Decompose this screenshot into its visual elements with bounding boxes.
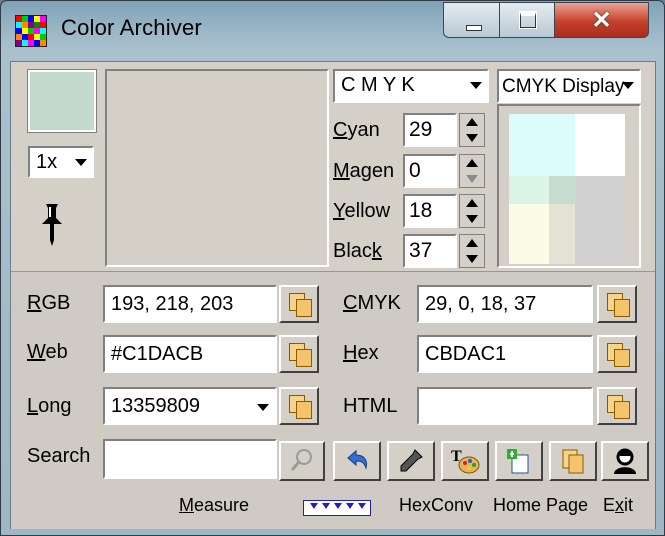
hex-label: Hex (343, 342, 379, 364)
cyan-spinner[interactable] (459, 113, 485, 147)
copy-hex-button[interactable] (597, 335, 637, 373)
minimize-button[interactable] (443, 2, 500, 38)
copy-icon (614, 299, 630, 317)
app-palette-icon (15, 15, 47, 47)
copy-icon (296, 299, 312, 317)
yellow-label: Yellow (333, 200, 391, 222)
color-panel: 1x C M Y K CMYK Display Cyan 29 Magen 0 … (11, 62, 655, 271)
cyan-label: Cyan (333, 119, 380, 141)
add-color-button[interactable] (495, 441, 543, 481)
measure-link[interactable]: Measure (179, 495, 249, 516)
chevron-down-icon (257, 404, 269, 411)
chevron-down-icon (470, 82, 482, 89)
undo-arrow-icon (347, 449, 367, 470)
copy-cmyk-button[interactable] (597, 285, 637, 323)
copy-html-button[interactable] (597, 387, 637, 425)
app-window: Color Archiver ✕ 1x C M Y K CMYK Display… (0, 0, 665, 536)
cmyk-display-panel (497, 104, 641, 268)
ruler-icon[interactable] (303, 500, 371, 516)
magenta-spinner[interactable] (459, 154, 485, 188)
magenta-input[interactable]: 0 (403, 154, 457, 188)
color-model-value: C M Y K (341, 74, 415, 96)
home-page-link[interactable]: Home Page (493, 495, 588, 516)
hexconv-link[interactable]: HexConv (399, 495, 473, 516)
client-area: 1x C M Y K CMYK Display Cyan 29 Magen 0 … (10, 61, 656, 529)
copy-icon (614, 401, 630, 419)
add-color-icon (507, 449, 529, 474)
copy-web-button[interactable] (279, 335, 319, 373)
zoom-dropdown[interactable]: 1x (28, 146, 94, 178)
maximize-button[interactable] (499, 2, 555, 38)
pushpin-icon[interactable] (37, 202, 67, 246)
html-label: HTML (343, 395, 398, 417)
text-palette-icon: T (451, 448, 480, 474)
copy-rgb-button[interactable] (279, 285, 319, 323)
rgb-label: RGB (27, 292, 71, 314)
search-input[interactable] (103, 439, 277, 479)
magenta-label: Magen (333, 160, 395, 182)
current-color-swatch[interactable] (27, 69, 97, 133)
search-label: Search (27, 445, 91, 467)
cmyk-label: CMYK (343, 292, 401, 314)
user-icon (614, 448, 636, 474)
yellow-spinner[interactable] (459, 194, 485, 228)
hex-field[interactable]: CBDAC1 (417, 335, 593, 373)
black-label: Black (333, 240, 382, 262)
copy-pages-button[interactable] (549, 441, 597, 481)
copy-pages-icon (562, 449, 584, 474)
text-palette-button[interactable]: T (441, 441, 489, 481)
black-spinner[interactable] (459, 234, 485, 268)
long-value: 13359809 (111, 395, 200, 417)
copy-long-button[interactable] (279, 387, 319, 425)
display-mode-value: CMYK Display (502, 76, 625, 97)
long-label: Long (27, 395, 72, 417)
exit-link[interactable]: Exit (603, 495, 633, 516)
web-field[interactable]: #C1DACB (103, 335, 277, 373)
user-button[interactable] (601, 441, 649, 481)
display-mode-dropdown[interactable]: CMYK Display (497, 69, 641, 103)
close-button[interactable]: ✕ (554, 2, 649, 38)
web-label: Web (27, 341, 68, 363)
close-icon: ✕ (591, 7, 612, 34)
magnifier-preview[interactable] (105, 69, 329, 267)
yellow-input[interactable]: 18 (403, 194, 457, 228)
window-title: Color Archiver (61, 15, 202, 40)
color-model-dropdown[interactable]: C M Y K (333, 69, 489, 103)
cyan-input[interactable]: 29 (403, 113, 457, 147)
cmyk-field[interactable]: 29, 0, 18, 37 (417, 285, 593, 323)
copy-icon (296, 349, 312, 367)
chevron-down-icon (622, 82, 634, 89)
zoom-value: 1x (36, 151, 58, 173)
eyedropper-icon (400, 449, 423, 472)
rgb-field[interactable]: 193, 218, 203 (103, 285, 277, 323)
black-input[interactable]: 37 (403, 234, 457, 268)
html-field[interactable] (417, 387, 593, 425)
search-button[interactable] (279, 441, 325, 481)
copy-icon (296, 401, 312, 419)
undo-button[interactable] (333, 441, 381, 481)
copy-icon (614, 349, 630, 367)
long-dropdown[interactable]: 13359809 (103, 387, 277, 425)
chevron-down-icon (75, 159, 87, 166)
eyedropper-button[interactable] (387, 441, 435, 481)
magnifier-icon (290, 449, 312, 471)
title-bar[interactable]: Color Archiver ✕ (1, 1, 664, 61)
